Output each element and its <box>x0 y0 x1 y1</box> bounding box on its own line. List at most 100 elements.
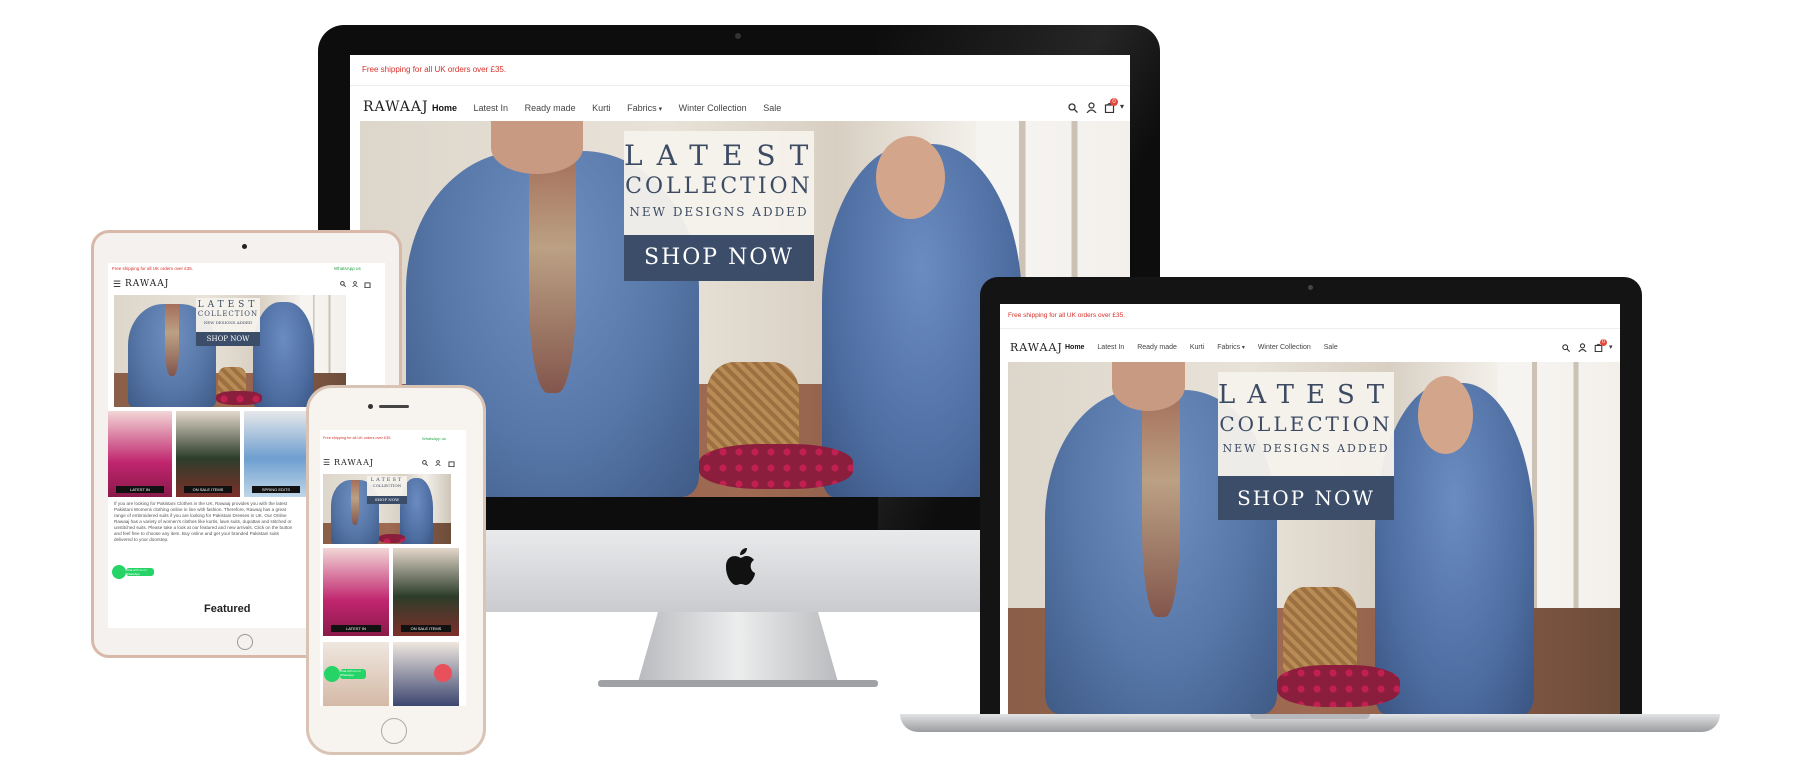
nav-home[interactable]: Home <box>1065 344 1084 351</box>
whatsapp-bubble[interactable]: Chat with us on WhatsApp <box>340 669 366 679</box>
laptop-screen: Free shipping for all UK orders over £35… <box>1000 304 1620 714</box>
laptop-camera <box>1308 285 1313 290</box>
user-icon[interactable] <box>435 460 441 466</box>
nav-winter-collection[interactable]: Winter Collection <box>679 103 747 113</box>
model-right-face <box>875 136 946 219</box>
main-nav: Home Latest In Ready made Kurti Fabrics … <box>1065 344 1338 351</box>
hero-banner[interactable]: LATEST COLLECTION NEW DESIGNS ADDED SHOP… <box>1008 362 1620 714</box>
nav-sale[interactable]: Sale <box>1324 344 1338 351</box>
nav-sale[interactable]: Sale <box>763 103 781 113</box>
model-left-face <box>490 121 584 174</box>
imac-stand <box>638 612 838 682</box>
category-tile[interactable]: ON SALE ITEMS <box>176 411 240 497</box>
hero-line-new-designs: NEW DESIGNS ADDED <box>203 320 253 325</box>
nav-kurti[interactable]: Kurti <box>1190 344 1204 351</box>
nav-fabrics[interactable]: Fabrics <box>627 103 657 113</box>
shipping-notice: Free shipping for all UK orders over £35… <box>323 436 392 440</box>
site-logo[interactable]: RAWAAJ <box>1010 341 1063 354</box>
hero-line-collection: COLLECTION <box>625 174 813 199</box>
apple-logo-icon <box>722 547 756 587</box>
tablet-home-button[interactable] <box>237 634 253 650</box>
hero-text-panel: LATEST COLLECTION NEW DESIGNS ADDED <box>196 298 260 332</box>
category-tile[interactable]: LATEST IN <box>323 548 389 636</box>
model-right <box>253 301 314 407</box>
main-nav: Home Latest In Ready made Kurti Fabrics … <box>432 103 781 113</box>
nav-ready-made[interactable]: Ready made <box>525 103 576 113</box>
whatsapp-link[interactable]: WhatsApp us <box>422 436 446 441</box>
phone-device: Free shipping for all UK orders over £35… <box>306 385 486 755</box>
tablet-camera <box>242 244 247 249</box>
cart-icon[interactable] <box>364 281 371 288</box>
nav-fabrics[interactable]: Fabrics <box>1217 344 1240 351</box>
hero-banner[interactable]: LATEST COLLECTION SHOP NOW <box>323 474 451 544</box>
chevron-down-icon[interactable]: ▾ <box>1609 343 1613 351</box>
shop-now-button[interactable]: SHOP NOW <box>624 235 814 281</box>
category-tile-label: ON SALE ITEMS <box>401 625 451 632</box>
category-tile[interactable]: LATEST IN <box>108 411 172 497</box>
site-logo[interactable]: RAWAAJ <box>363 99 429 115</box>
hero-line-collection: COLLECTION <box>197 310 259 318</box>
shipping-notice: Free shipping for all UK orders over £35… <box>112 266 194 271</box>
category-tile-label: SPRING EDITS <box>252 486 300 493</box>
search-icon[interactable] <box>422 460 428 466</box>
topbar-divider <box>350 85 1130 86</box>
shipping-notice: Free shipping for all UK orders over £35… <box>1008 312 1126 319</box>
whatsapp-icon[interactable] <box>324 666 340 682</box>
laptop-notch <box>1250 714 1370 719</box>
category-tile[interactable]: SPRING EDITS <box>244 411 308 497</box>
category-tile-label: LATEST IN <box>116 486 164 493</box>
rose-petals <box>1277 664 1400 707</box>
nav-latest-in[interactable]: Latest In <box>1097 344 1124 351</box>
hero-text-panel: LATEST COLLECTION NEW DESIGNS ADDED <box>624 131 814 235</box>
imac-camera <box>735 33 741 39</box>
phone-screen: Free shipping for all UK orders over £35… <box>320 430 466 706</box>
category-tile-label: LATEST IN <box>331 625 381 632</box>
site-logo[interactable]: RAWAAJ <box>334 458 374 467</box>
hero-text-panel: LATEST COLLECTION <box>367 476 407 496</box>
search-icon[interactable] <box>1068 103 1078 113</box>
category-tile-label: ON SALE ITEMS <box>184 486 232 493</box>
nav-ready-made[interactable]: Ready made <box>1137 344 1177 351</box>
featured-heading: Featured <box>204 603 251 615</box>
hero-line-collection: COLLECTION <box>1219 412 1393 436</box>
whatsapp-bubble[interactable]: Chat with us on WhatsApp <box>126 568 154 576</box>
cart-count-badge: 0 <box>1110 98 1118 106</box>
shop-now-button[interactable]: SHOP NOW <box>196 332 260 346</box>
site-logo[interactable]: RAWAAJ <box>125 279 169 289</box>
nav-winter-collection[interactable]: Winter Collection <box>1258 344 1311 351</box>
phone-earpiece <box>379 405 409 408</box>
whatsapp-link[interactable]: WhatsApp us <box>334 266 361 271</box>
cart-icon[interactable] <box>448 460 455 467</box>
user-icon[interactable] <box>1578 343 1587 352</box>
menu-icon[interactable]: ☰ <box>323 458 330 467</box>
chevron-down-icon: ▾ <box>1240 345 1245 351</box>
chevron-down-icon[interactable]: ▾ <box>1120 102 1124 111</box>
shipping-notice: Free shipping for all UK orders over £35… <box>362 65 507 74</box>
whatsapp-icon[interactable] <box>112 565 126 579</box>
hero-line-new-designs: NEW DESIGNS ADDED <box>1222 442 1390 455</box>
laptop-device: Free shipping for all UK orders over £35… <box>900 277 1720 747</box>
nav-home[interactable]: Home <box>432 103 457 113</box>
nav-kurti[interactable]: Kurti <box>592 103 611 113</box>
hero-line-latest: LATEST <box>197 300 259 310</box>
imac-stand-base <box>598 680 878 687</box>
hero-line-latest: LATEST <box>624 139 823 172</box>
chevron-down-icon: ▾ <box>656 106 663 113</box>
rose-petals <box>216 391 263 405</box>
shop-now-button[interactable]: SHOP NOW <box>1218 476 1394 520</box>
search-icon[interactable] <box>340 281 346 287</box>
chat-icon[interactable] <box>434 664 452 682</box>
shop-now-button[interactable]: SHOP NOW <box>367 496 407 504</box>
user-icon[interactable] <box>352 281 358 287</box>
hero-line-collection: COLLECTION <box>372 483 402 488</box>
menu-icon[interactable]: ☰ <box>113 279 121 290</box>
user-icon[interactable] <box>1086 102 1097 113</box>
phone-home-button[interactable] <box>381 718 407 744</box>
category-tile[interactable]: ON SALE ITEMS <box>393 548 459 636</box>
hero-line-new-designs: NEW DESIGNS ADDED <box>629 205 809 219</box>
intro-text: If you are looking for Pakistani Clothes… <box>114 501 293 542</box>
nav-latest-in[interactable]: Latest In <box>474 103 509 113</box>
search-icon[interactable] <box>1562 344 1570 352</box>
model-right-face <box>1418 376 1474 454</box>
hero-banner[interactable]: LATEST COLLECTION NEW DESIGNS ADDED SHOP… <box>114 295 346 407</box>
